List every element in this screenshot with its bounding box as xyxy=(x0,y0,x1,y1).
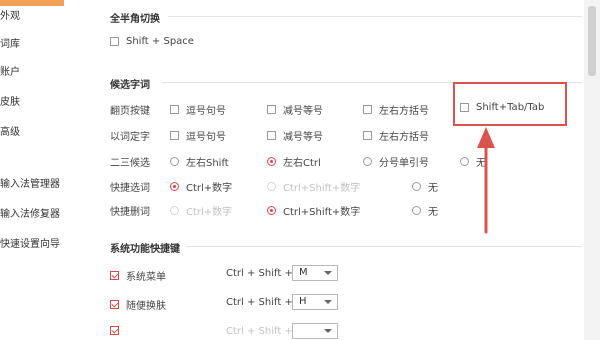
annotation-arrow-icon xyxy=(477,127,495,234)
scrollbar-thumb[interactable] xyxy=(588,6,596,76)
settings-window: 外观 词库 账户 皮肤 高级 输入法管理器 输入法修复器 快速设置向导 全半角切… xyxy=(0,0,600,340)
